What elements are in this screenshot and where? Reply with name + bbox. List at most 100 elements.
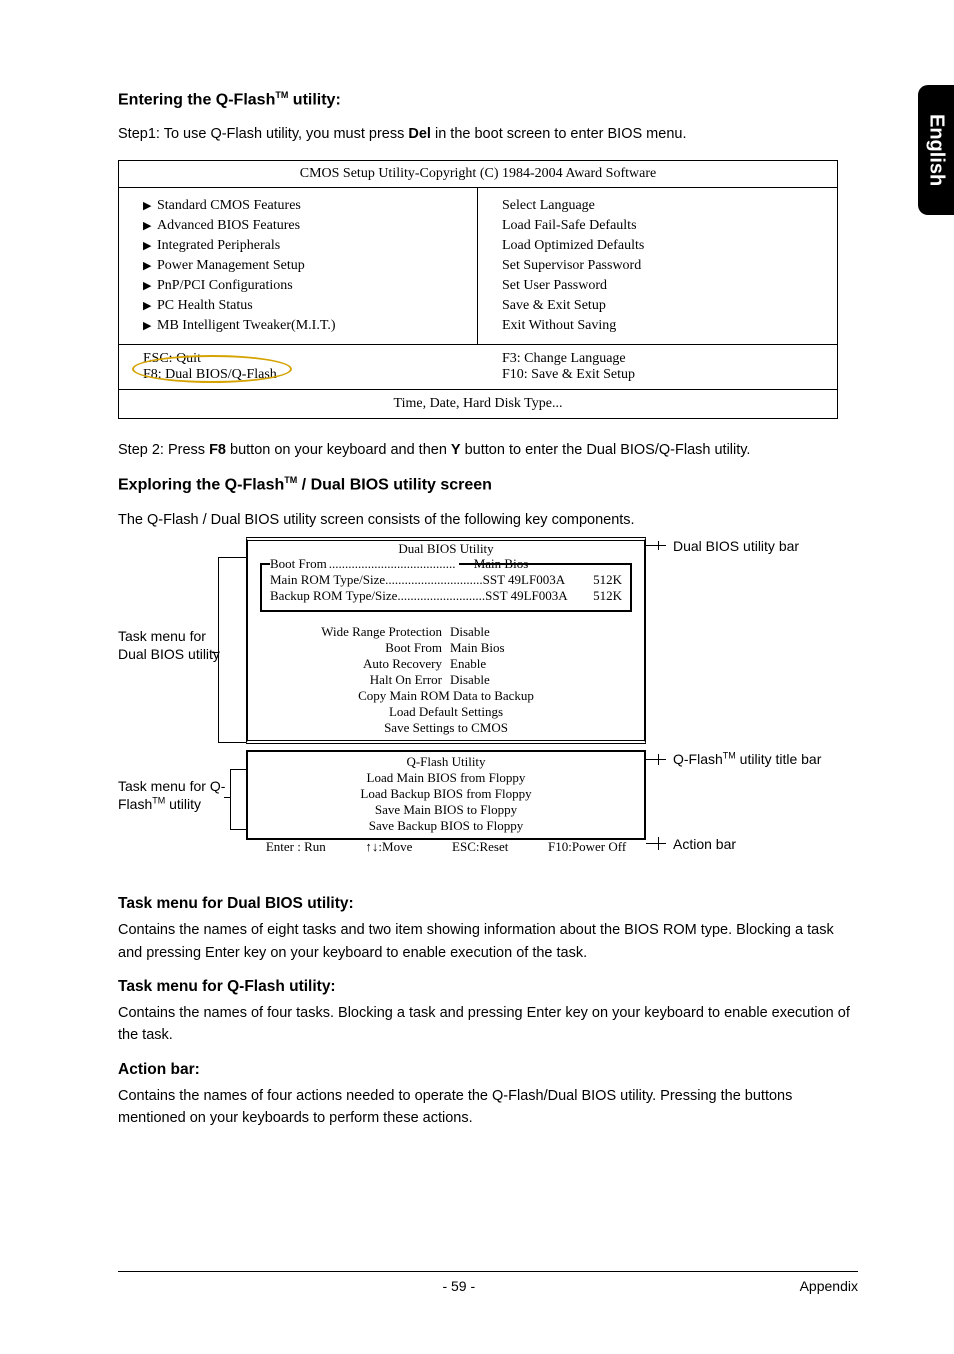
bios-item-label: Standard CMOS Features: [157, 198, 301, 214]
tm-symbol: TM: [152, 796, 165, 806]
bios-item[interactable]: ▶Standard CMOS Features: [143, 196, 467, 216]
bios-title: CMOS Setup Utility-Copyright (C) 1984-20…: [119, 161, 837, 188]
callout-line: [218, 557, 219, 742]
action-move: ↑↓:Move: [365, 839, 412, 855]
bios-item-label: Advanced BIOS Features: [157, 218, 300, 234]
callout-line: [230, 769, 231, 829]
callout-line: [646, 843, 666, 844]
bios-columns: ▶Standard CMOS Features ▶Advanced BIOS F…: [119, 188, 837, 345]
bios-item-label: Integrated Peripherals: [157, 238, 280, 254]
setting-row[interactable]: Halt On ErrorDisable: [254, 672, 638, 688]
dual-action[interactable]: Load Default Settings: [254, 704, 638, 720]
setting-key: Auto Recovery: [254, 656, 450, 672]
dual-action[interactable]: Save Settings to CMOS: [254, 720, 638, 736]
qflash-title: Q-Flash Utility: [248, 754, 644, 770]
qflash-item[interactable]: Save Main BIOS to Floppy: [248, 802, 644, 818]
step1-text: Step1: To use Q-Flash utility, you must …: [118, 123, 858, 145]
setting-row[interactable]: Auto RecoveryEnable: [254, 656, 638, 672]
heading-text-post: utility:: [288, 91, 340, 108]
bios-item[interactable]: ▶MB Intelligent Tweaker(M.I.T.): [143, 316, 467, 336]
callout-line: [658, 837, 659, 850]
callout-line: [230, 769, 246, 770]
arrow-right-icon: ▶: [143, 279, 157, 292]
bios-item-label: Set Supervisor Password: [502, 258, 641, 274]
bios-fkeys-right: F3: Change Language F10: Save & Exit Set…: [478, 345, 837, 389]
dual-bios-info-group: Boot From...............................…: [260, 563, 632, 612]
bios-item[interactable]: Load Optimized Defaults: [502, 236, 827, 256]
dual-action[interactable]: Copy Main ROM Data to Backup: [254, 688, 638, 704]
qflash-item[interactable]: Load Backup BIOS from Floppy: [248, 786, 644, 802]
main-rom-value: SST 49LF003A: [483, 572, 565, 588]
setting-row[interactable]: Wide Range ProtectionDisable: [254, 624, 638, 640]
bios-item[interactable]: ▶PnP/PCI Configurations: [143, 276, 467, 296]
bios-item[interactable]: ▶Advanced BIOS Features: [143, 216, 467, 236]
setting-row[interactable]: Boot FromMain Bios: [254, 640, 638, 656]
main-rom-size: 512K: [593, 572, 622, 588]
heading-entering-qflash: Entering the Q-FlashTM utility:: [118, 90, 858, 109]
action-esc: ESC:Reset: [452, 839, 508, 855]
callout-action-bar: Action bar: [673, 835, 736, 853]
main-rom-row: Main ROM Type/Size .....................…: [270, 572, 622, 588]
bios-item-label: Load Fail-Safe Defaults: [502, 218, 637, 234]
bios-bottom-hint: Time, Date, Hard Disk Type...: [119, 390, 837, 418]
arrow-right-icon: ▶: [143, 259, 157, 272]
callout-qflash-bar-pre: Q-Flash: [673, 751, 723, 767]
step1-post: in the boot screen to enter BIOS menu.: [431, 126, 687, 142]
bios-item[interactable]: Save & Exit Setup: [502, 296, 827, 316]
setting-key: Halt On Error: [254, 672, 450, 688]
bios-item[interactable]: Set Supervisor Password: [502, 256, 827, 276]
heading2-pre: Exploring the Q-Flash: [118, 477, 284, 494]
callout-qflash-menu: Task menu for Q-FlashTM utility: [118, 777, 238, 813]
tm-symbol: TM: [275, 90, 288, 100]
step2-post: button to enter the Dual BIOS/Q-Flash ut…: [461, 442, 751, 458]
backup-rom-value: SST 49LF003A: [485, 588, 567, 604]
f3-change-lang-label: F3: Change Language: [502, 351, 827, 367]
boot-from-label: Boot From: [270, 556, 329, 571]
bios-item-label: Save & Exit Setup: [502, 298, 606, 314]
action-bar: Enter : Run ↑↓:Move ESC:Reset F10:Power …: [246, 835, 646, 859]
desc-h2: Task menu for Q-Flash utility:: [118, 978, 858, 996]
del-key: Del: [408, 126, 431, 142]
arrow-right-icon: ▶: [143, 239, 157, 252]
page-content: Entering the Q-FlashTM utility: Step1: T…: [118, 90, 858, 1144]
arrow-right-icon: ▶: [143, 199, 157, 212]
backup-rom-label: Backup ROM Type/Size: [270, 588, 397, 604]
qflash-item[interactable]: Save Backup BIOS to Floppy: [248, 818, 644, 834]
bios-item[interactable]: ▶Integrated Peripherals: [143, 236, 467, 256]
callout-dual-bios-menu: Task menu for Dual BIOS utility: [118, 627, 228, 663]
qflash-utility-box: Q-Flash Utility Load Main BIOS from Flop…: [246, 750, 646, 840]
bios-item[interactable]: Select Language: [502, 196, 827, 216]
highlight-ellipse-icon: [132, 355, 292, 383]
tm-symbol: TM: [284, 475, 297, 485]
desc-p2: Contains the names of four tasks. Blocki…: [118, 1002, 858, 1047]
qflash-item[interactable]: Load Main BIOS from Floppy: [248, 770, 644, 786]
bios-item-label: PnP/PCI Configurations: [157, 278, 293, 294]
bios-item[interactable]: ▶PC Health Status: [143, 296, 467, 316]
bios-item-label: Set User Password: [502, 278, 607, 294]
desc-h1: Task menu for Dual BIOS utility:: [118, 895, 858, 913]
setting-key: Boot From: [254, 640, 450, 656]
page-footer: - 59 - Appendix: [118, 1271, 858, 1294]
step1-pre: Step1: To use Q-Flash utility, you must …: [118, 126, 408, 142]
callout-line: [212, 652, 218, 653]
callout-qflash-post: utility: [165, 796, 201, 812]
callout-qflash-bar-post: utility title bar: [736, 751, 822, 767]
tm-symbol: TM: [723, 750, 736, 760]
bios-item[interactable]: Load Fail-Safe Defaults: [502, 216, 827, 236]
f8-key: F8: [209, 442, 226, 458]
side-language-tab: English: [918, 85, 954, 215]
bios-item[interactable]: Set User Password: [502, 276, 827, 296]
desc-p3: Contains the names of four actions neede…: [118, 1085, 858, 1130]
callout-line: [230, 829, 246, 830]
section2-body: The Q-Flash / Dual BIOS utility screen c…: [118, 509, 858, 531]
main-rom-label: Main ROM Type/Size: [270, 572, 385, 588]
heading-text-pre: Entering the Q-Flash: [118, 91, 275, 108]
callout-qflash-bar: Q-FlashTM utility title bar: [673, 750, 843, 768]
f10-save-exit-label: F10: Save & Exit Setup: [502, 367, 827, 383]
callout-line: [658, 754, 659, 765]
backup-rom-size: 512K: [593, 588, 622, 604]
setting-key: Wide Range Protection: [254, 624, 450, 640]
callout-line: [224, 797, 230, 798]
bios-item[interactable]: Exit Without Saving: [502, 316, 827, 336]
bios-item[interactable]: ▶Power Management Setup: [143, 256, 467, 276]
